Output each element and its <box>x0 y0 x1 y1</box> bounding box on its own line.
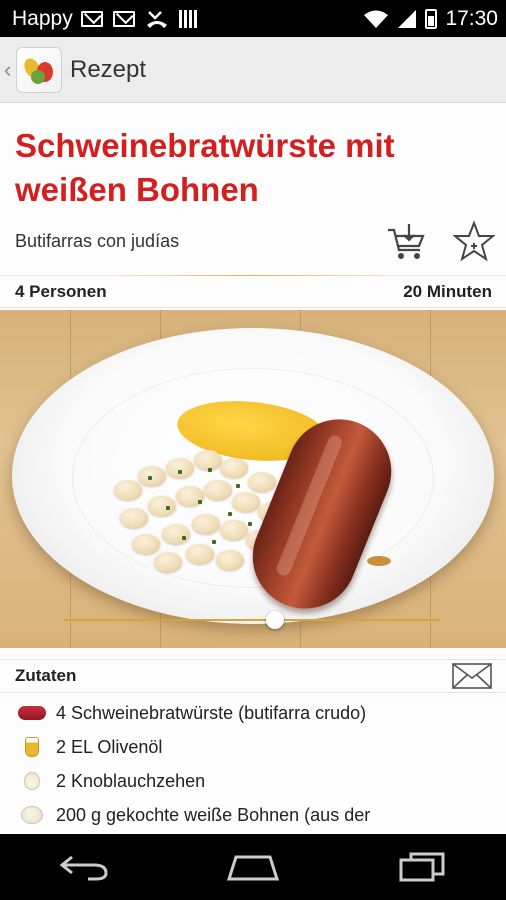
action-bar-title: Rezept <box>70 55 147 83</box>
up-caret-icon[interactable]: ‹ <box>4 57 14 83</box>
back-icon <box>59 855 108 881</box>
notification-icons <box>80 9 197 29</box>
photo-slider-track[interactable] <box>64 619 440 621</box>
beans-icon <box>18 803 46 827</box>
recipe-photo[interactable] <box>0 310 506 648</box>
back-button[interactable] <box>54 847 114 887</box>
ingredients-list: 4 Schweinebratwürste (butifarra crudo) 2… <box>0 696 506 832</box>
photo-slider-knob[interactable] <box>265 611 284 629</box>
barcode-icon <box>178 9 197 28</box>
system-icons: 17:30 <box>363 7 498 31</box>
ingredient-item[interactable]: 4 Schweinebratwürste (butifarra crudo) <box>0 696 506 730</box>
duration-label: 20 Minuten <box>403 281 492 301</box>
mail-icon <box>112 10 135 27</box>
app-logo-icon[interactable] <box>16 46 62 93</box>
ingredient-text: 2 EL Olivenöl <box>56 736 163 757</box>
status-bar: Happy 17:30 <box>0 0 506 37</box>
shopping-cart-icon[interactable] <box>386 222 426 262</box>
missed-call-icon <box>146 10 167 28</box>
ingredient-item[interactable]: 2 Knoblauchzehen <box>0 764 506 798</box>
signal-icon <box>398 9 417 28</box>
ingredient-item[interactable]: 200 g gekochte weiße Bohnen (aus der <box>0 798 506 832</box>
sausage-icon <box>18 701 46 725</box>
screen: Happy 17:30 ‹ Rezept Schweinebratwürste … <box>0 0 506 900</box>
ingredient-text: 200 g gekochte weiße Bohnen (aus der <box>56 804 371 825</box>
recipe-subtitle: Butifarras con judías <box>15 231 180 251</box>
ingredient-text: 4 Schweinebratwürste (butifarra crudo) <box>56 702 367 723</box>
olive-oil-icon <box>18 735 46 759</box>
ingredient-item[interactable]: 2 EL Olivenöl <box>0 730 506 764</box>
recipe-title: Schweinebratwürste mit weißen Bohnen <box>15 127 395 208</box>
action-bar: ‹ Rezept <box>0 37 506 103</box>
ingredients-header: Zutaten <box>0 659 506 693</box>
ingredient-text: 2 Knoblauchzehen <box>56 770 206 791</box>
battery-icon <box>425 8 438 29</box>
home-icon <box>226 855 280 881</box>
wifi-icon <box>364 10 389 28</box>
persons-label: 4 Personen <box>15 281 107 301</box>
garlic-icon <box>18 769 46 793</box>
envelope-icon[interactable] <box>452 663 492 689</box>
recent-apps-icon <box>399 852 445 882</box>
ingredients-title: Zutaten <box>15 666 77 685</box>
favorite-star-icon[interactable] <box>453 220 495 262</box>
recent-apps-button[interactable] <box>392 847 452 887</box>
navigation-bar <box>0 834 506 900</box>
mail-icon <box>80 10 103 27</box>
plate-image <box>12 328 494 625</box>
home-button[interactable] <box>223 847 283 887</box>
carrier-label: Happy <box>12 6 73 30</box>
clock: 17:30 <box>445 6 498 30</box>
recipe-meta-row: 4 Personen 20 Minuten <box>0 275 506 308</box>
